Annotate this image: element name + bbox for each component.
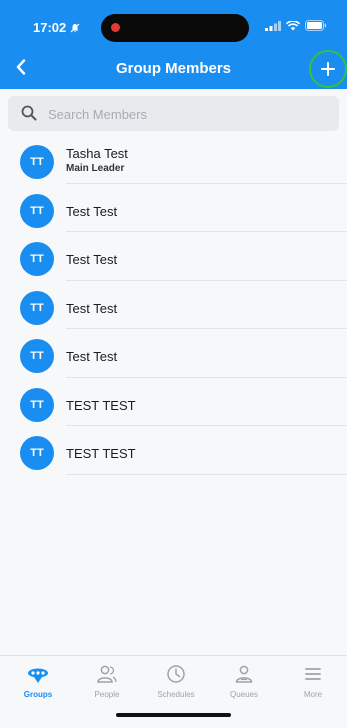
member-name: TEST TEST	[66, 397, 136, 413]
queue-person-icon	[235, 665, 253, 683]
member-list: TT Tasha Test Main Leader TT Test Test T…	[0, 135, 347, 475]
people-icon	[97, 665, 117, 683]
avatar: TT	[20, 290, 54, 325]
avatar: TT	[20, 242, 54, 276]
groups-icon	[28, 668, 48, 683]
wifi-icon	[286, 20, 300, 30]
navigation-bar: Group Members	[0, 48, 347, 89]
tab-label: Schedules	[157, 690, 195, 699]
plus-icon	[321, 62, 335, 76]
status-time: 17:02	[33, 20, 80, 35]
status-bar: 17:02	[0, 0, 347, 48]
bell-icon	[70, 23, 80, 32]
page-title: Group Members	[115, 60, 232, 77]
search-input[interactable]	[46, 96, 330, 133]
list-item[interactable]: TT TEST TEST	[0, 426, 347, 475]
avatar: TT	[20, 436, 54, 470]
status-icons	[265, 20, 327, 31]
member-role: Main Leader	[66, 163, 125, 174]
tab-groups[interactable]: Groups	[8, 664, 68, 699]
list-item[interactable]: TT Tasha Test Main Leader	[0, 135, 347, 184]
list-item[interactable]: TT Test Test	[0, 232, 347, 281]
tab-more[interactable]: More	[283, 664, 343, 699]
tab-label: Groups	[23, 690, 53, 699]
home-indicator	[116, 713, 231, 717]
avatar: TT	[20, 339, 54, 373]
tab-label: More	[303, 690, 323, 699]
battery-icon	[305, 20, 327, 31]
list-item[interactable]: TT TEST TEST	[0, 378, 347, 426]
tab-queues[interactable]: Queues	[214, 664, 274, 699]
cellular-signal-icon	[265, 20, 281, 31]
add-member-button[interactable]	[309, 50, 347, 88]
list-item[interactable]: TT Test Test	[0, 184, 347, 232]
tab-people[interactable]: People	[77, 664, 137, 699]
tab-bar: Groups People Schedules Queues More	[0, 655, 347, 728]
clock-icon	[167, 665, 185, 683]
recording-dot	[111, 23, 120, 32]
time-label: 17:02	[33, 20, 67, 35]
member-name: Test Test	[66, 203, 118, 219]
hamburger-menu-icon	[305, 668, 321, 680]
avatar: TT	[20, 387, 54, 422]
tab-label: People	[94, 690, 120, 699]
list-item[interactable]: TT Test Test	[0, 281, 347, 329]
divider	[66, 473, 347, 475]
member-name: Tasha Test	[66, 146, 128, 161]
avatar: TT	[20, 145, 54, 179]
app-header: 17:02 Group Members	[0, 0, 347, 89]
list-item[interactable]: TT Test Test	[0, 329, 347, 378]
dynamic-island	[101, 14, 249, 42]
member-name: TEST TEST	[66, 446, 136, 461]
avatar: TT	[20, 193, 54, 228]
tab-schedules[interactable]: Schedules	[146, 664, 206, 699]
member-name: Test Test	[66, 349, 118, 364]
member-name: Test Test	[66, 252, 118, 267]
search-icon	[21, 105, 37, 121]
search-bar[interactable]	[8, 96, 339, 133]
tab-label: Queues	[229, 690, 259, 699]
member-name: Test Test	[66, 300, 118, 316]
